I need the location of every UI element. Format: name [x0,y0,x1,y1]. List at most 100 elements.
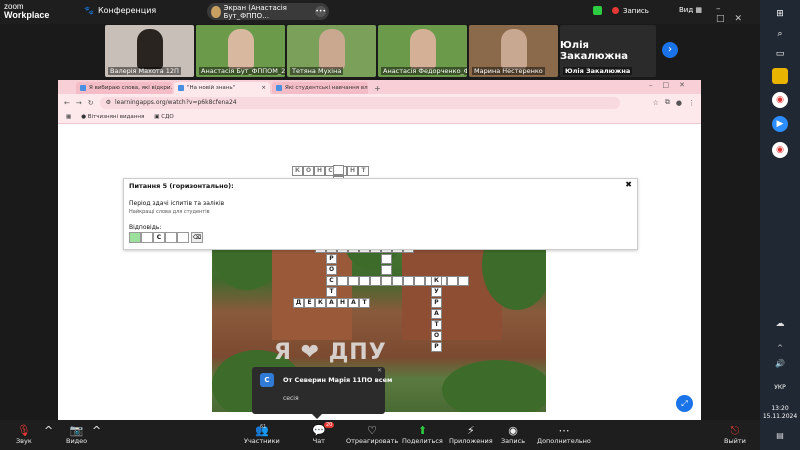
browser-tab[interactable]: "На новій знань" × [174,82,270,94]
browser-tab[interactable]: Я вибираю слова, які відкри…× [76,82,172,94]
leave-button[interactable]: ⎋ Выйти [724,424,746,445]
participant-tile[interactable]: Марина Нестеренко [469,25,558,77]
close-tab-icon[interactable]: × [261,85,266,91]
react-button[interactable]: ♡ Отреагировать [346,424,398,445]
crossword-cell[interactable] [403,276,414,286]
zoom-app-icon[interactable]: ▶ [772,116,788,132]
browser-menu-icon[interactable]: ⋮ [688,99,695,107]
crossword-cell[interactable]: Т [359,298,370,308]
bookmark-item[interactable]: ● Вітчизняні видання [81,114,144,120]
next-page-button[interactable]: › [662,42,678,58]
answer-cell[interactable] [129,232,141,243]
crossword-cell[interactable]: А [431,309,442,319]
chat-button[interactable]: 💬 20 Чат [312,422,335,445]
crossword-cell[interactable] [370,276,381,286]
back-icon[interactable]: ← [64,99,70,107]
bookmark-item[interactable]: ▣ СДО [154,114,173,120]
crossword-cell[interactable]: Т [326,287,337,297]
participant-tile[interactable]: Анастасія Федорченко_ФП… [378,25,467,77]
answer-cell[interactable] [141,232,153,243]
crossword-cell[interactable]: А [348,298,359,308]
fullscreen-button[interactable]: ⤢ [676,395,693,412]
site-info-icon[interactable]: ⚙ [106,99,111,106]
browser-tab[interactable]: Які студентські навчання вл…× [272,82,368,94]
crossword-cell[interactable] [337,276,348,286]
crossword-cell[interactable] [458,276,469,286]
crossword-cell[interactable]: Н [347,166,358,176]
crossword-cell[interactable]: К [292,166,303,176]
recording-indicator[interactable]: Запись [593,6,649,15]
weather-icon[interactable]: ☁ [772,316,788,332]
conference-button[interactable]: 🐾 Конференция [84,6,156,15]
url-field[interactable]: ⚙ learningapps.org/watch?v=p6k8cfena24 [99,96,620,109]
share-indicator[interactable]: Экран (Анастасія Бут_ФППО… ••• [207,3,329,20]
window-controls[interactable]: –□✕ [716,4,760,24]
crossword-cell[interactable] [348,276,359,286]
crossword-cell[interactable]: К [431,276,442,286]
chrome-icon[interactable]: ◉ [772,142,788,158]
crossword-cell[interactable] [392,276,403,286]
crossword-cell[interactable]: Е [304,298,315,308]
backspace-icon[interactable]: ⌫ [191,232,203,243]
crossword-cell[interactable] [381,276,392,286]
share-screen-button[interactable]: ⬆ Поделиться [402,424,443,445]
close-icon[interactable]: ✖ [625,180,632,189]
reload-icon[interactable]: ↻ [88,99,94,107]
record-button[interactable]: ◉ Запись [501,424,525,445]
crossword-cell[interactable]: О [326,265,337,275]
answer-cell[interactable]: С [153,232,165,243]
crossword-cell[interactable]: У [431,287,442,297]
search-icon[interactable]: ⌕ [772,26,788,42]
mic-button[interactable]: 🎙 Звук [16,424,32,445]
crossword-cell[interactable] [359,276,370,286]
chat-notification[interactable]: С От Северин Марія 11ПО всем сесія ✕ [252,367,392,419]
crossword-cell[interactable]: К [315,298,326,308]
forward-icon[interactable]: → [76,99,82,107]
mic-options-icon[interactable]: ^ [44,424,53,437]
crossword-cell[interactable]: А [326,298,337,308]
answer-cell[interactable] [177,232,189,243]
bookmark-star-icon[interactable]: ☆ [653,99,659,107]
language-indicator[interactable]: УКР [762,384,798,391]
participant-tile[interactable]: Валерія Махота 12П [105,25,194,77]
windows-start-icon[interactable]: ⊞ [772,6,788,22]
file-explorer-icon[interactable] [772,68,788,84]
tray-expand-icon[interactable]: ^ [772,340,788,356]
participants-button[interactable]: 👥 61 Участники [244,424,280,445]
crossword-cell[interactable] [381,254,392,264]
video-button[interactable]: 📷 Видео [66,424,87,445]
browser-window-controls[interactable]: –□✕ [649,81,695,89]
participant-tile[interactable]: Анастасія Бут_ФППОМ_2 [196,25,285,77]
close-icon[interactable]: ✕ [377,367,382,374]
crossword-cell[interactable]: Т [431,320,442,330]
crossword-cell[interactable]: Р [431,298,442,308]
volume-icon[interactable]: 🔊 [772,356,788,372]
crossword-cell[interactable]: Т [358,166,369,176]
crossword-cell[interactable]: С [326,276,337,286]
crossword-cell[interactable] [414,276,425,286]
crossword-cell[interactable]: Р [431,342,442,352]
crossword-cell[interactable] [381,265,392,275]
apps-button[interactable]: ⚡ Приложения [449,424,493,445]
crossword-cell[interactable]: О [303,166,314,176]
extensions-icon[interactable]: ⧉ [665,98,670,107]
crossword-cell[interactable] [333,165,344,175]
crossword-cell[interactable]: Н [314,166,325,176]
profile-icon[interactable]: ● [676,99,682,107]
answer-cell[interactable] [165,232,177,243]
apps-grid-icon[interactable]: ▦ [66,114,71,120]
notifications-icon[interactable]: ▤ [772,428,788,444]
participant-tile[interactable]: Тетяна Мухіна [287,25,376,77]
chrome-icon[interactable]: ◉ [772,92,788,108]
crossword-cell[interactable]: Р [326,254,337,264]
crossword-cell[interactable] [447,276,458,286]
view-button[interactable]: Вид ▦ [679,6,702,14]
crossword-cell[interactable]: Д [293,298,304,308]
task-view-icon[interactable]: ▭ [772,46,788,62]
new-tab-button[interactable]: + [374,84,381,93]
clock[interactable]: 13:20 15.11.2024 [762,405,798,421]
participant-tile[interactable]: Юлія Закалюжна Юлія Закалюжна [560,25,656,77]
crossword-cell[interactable]: О [431,331,442,341]
video-options-icon[interactable]: ^ [92,424,101,437]
more-button[interactable]: ⋯ Дополнительно [537,424,591,445]
